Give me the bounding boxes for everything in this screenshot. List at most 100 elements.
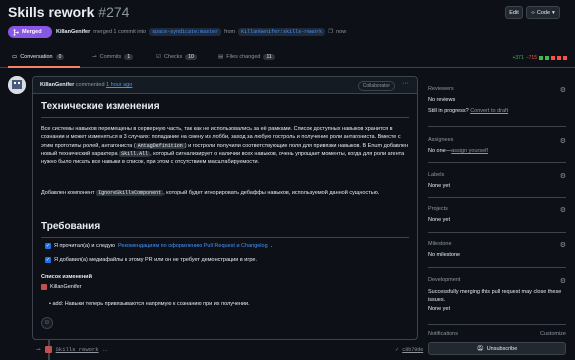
inline-code: IgnoreSkillsComponent xyxy=(96,190,164,196)
pr-title-text: Skills rework xyxy=(8,4,95,20)
tab-label: Checks xyxy=(163,54,183,60)
milestone-value: No milestone xyxy=(428,252,461,258)
assign-yourself-link[interactable]: assign yourself xyxy=(451,148,488,154)
tab-count: 11 xyxy=(263,54,275,60)
from-text: from xyxy=(224,29,236,35)
file-diff-icon: ▤ xyxy=(218,54,224,60)
milestone-title[interactable]: Milestone xyxy=(428,241,566,247)
text: No one— xyxy=(428,148,452,154)
head-branch[interactable]: KillanGenifer:skills-rework xyxy=(238,28,326,36)
inline-code: Skill.All xyxy=(119,150,151,157)
conversation-icon: ▭ xyxy=(12,54,18,60)
commit-dot-icon: ⊸ xyxy=(36,346,41,353)
commit-sha[interactable]: c8b79de xyxy=(402,347,423,353)
gear-icon[interactable]: ⚙ xyxy=(560,277,566,285)
commented-text: commented xyxy=(75,82,105,88)
copy-icon[interactable]: ❐ xyxy=(328,29,333,35)
list-item: • add: Навыки теперь привязываются напря… xyxy=(49,301,250,307)
development-title[interactable]: Development xyxy=(428,277,566,283)
convert-to-draft-link[interactable]: Convert to draft xyxy=(470,108,508,114)
text: Still in progress? xyxy=(428,108,469,114)
bell-slash-icon: 🔕︎ xyxy=(476,345,484,352)
merge-icon xyxy=(13,28,19,36)
inline-code: AntagDefinition xyxy=(135,142,185,149)
divider xyxy=(428,197,566,198)
chevron-down-icon: ▾ xyxy=(552,9,555,16)
reviewers-value: No reviews xyxy=(428,97,456,103)
gear-icon[interactable]: ⚙ xyxy=(560,137,566,145)
diffstat-square xyxy=(563,56,567,60)
assignees-section: Assignees ⚙ No one—assign yourself xyxy=(428,137,566,154)
lines-added: +371 xyxy=(512,55,524,61)
diffstat-square xyxy=(545,56,549,60)
tab-conversation[interactable]: ▭ Conversation 0 xyxy=(12,54,65,60)
requirement-item: ✓ Я добавил(а) медиафайлы к этому PR или… xyxy=(45,257,257,263)
edit-button[interactable]: Edit xyxy=(505,6,523,19)
guidelines-link[interactable]: Рекомендациям по оформлению Pull Request… xyxy=(118,243,268,249)
heading-tech-changes: Технические изменения xyxy=(41,101,160,112)
pr-description-comment: KillanGenifer commented 1 hour ago Colla… xyxy=(32,76,418,340)
author-link[interactable]: KillanGenifer xyxy=(56,29,90,35)
collaborator-badge: Collaborator xyxy=(357,81,395,91)
commit-message-link[interactable]: Skills rework xyxy=(56,346,99,353)
divider xyxy=(428,324,566,325)
assignees-title[interactable]: Assignees xyxy=(428,137,566,143)
commit-icon: ⊸ xyxy=(92,54,97,60)
check-icon: ✓ xyxy=(395,347,400,353)
reviewers-title[interactable]: Reviewers xyxy=(428,86,566,92)
gear-icon[interactable]: ⚙ xyxy=(560,86,566,94)
gear-icon[interactable]: ⚙ xyxy=(560,206,566,214)
commit-sha-row: ✓ c8b79de xyxy=(395,347,423,353)
checkbox-checked[interactable]: ✓ xyxy=(45,257,51,263)
divider xyxy=(428,126,566,127)
avatar[interactable] xyxy=(8,76,26,94)
avatar-image xyxy=(8,76,26,94)
gear-icon[interactable]: ⚙ xyxy=(560,241,566,249)
tab-commits[interactable]: ⊸ Commits 1 xyxy=(92,54,134,60)
requirement-item: ✓ Я прочитал(а) и следую Рекомендациям п… xyxy=(45,243,272,249)
checkbox-checked[interactable]: ✓ xyxy=(45,243,51,249)
comment-time[interactable]: 1 hour ago xyxy=(106,82,132,88)
projects-title[interactable]: Projects xyxy=(428,206,566,212)
unsubscribe-button[interactable]: 🔕︎ Unsubscribe xyxy=(428,342,566,355)
divider xyxy=(428,267,566,268)
customize-link[interactable]: Customize xyxy=(540,331,566,337)
ellipsis-icon[interactable]: … xyxy=(103,347,109,353)
diffstat-square xyxy=(539,56,543,60)
text: add: Навыки теперь привязываются напряму… xyxy=(52,301,250,307)
tab-count: 1 xyxy=(124,54,134,60)
development-none: None yet xyxy=(428,306,451,312)
pr-tabs: ▭ Conversation 0 ⊸ Commits 1 ☑ Checks 10… xyxy=(0,48,575,68)
tab-files-changed[interactable]: ▤ Files changed 11 xyxy=(218,54,275,60)
comment-header: KillanGenifer commented 1 hour ago Colla… xyxy=(33,77,417,94)
milestone-section: Milestone ⚙ No milestone xyxy=(428,241,566,258)
reviewers-section: Reviewers ⚙ No reviews Still in progress… xyxy=(428,86,566,114)
draft-row: Still in progress? Convert to draft xyxy=(428,108,566,114)
kebab-menu-icon[interactable]: ··· xyxy=(402,80,409,87)
lines-removed: −715 xyxy=(525,55,537,61)
paragraph-tech: Все системы навыков перемещены в серверн… xyxy=(41,125,409,166)
code-icon: ‹› xyxy=(531,9,535,16)
merged-text: merged 1 commit into xyxy=(93,29,147,35)
add-reaction-smiley-icon[interactable]: ☺ xyxy=(41,317,53,329)
diffstat-square xyxy=(551,56,555,60)
base-branch[interactable]: space-syndicate:master xyxy=(149,28,222,36)
divider xyxy=(428,162,566,163)
divider xyxy=(428,232,566,233)
gear-icon[interactable]: ⚙ xyxy=(560,172,566,180)
labels-title[interactable]: Labels xyxy=(428,172,566,178)
tab-checks[interactable]: ☑ Checks 10 xyxy=(156,54,197,60)
tab-label: Files changed xyxy=(226,54,261,60)
comment-author[interactable]: KillanGenifer xyxy=(40,82,74,88)
labels-value: None yet xyxy=(428,183,451,189)
merged-time: now xyxy=(336,29,347,35)
text: , который будет игнорировать дебаффы нав… xyxy=(163,190,380,196)
code-label: Code xyxy=(536,9,551,16)
timeline-commit: ⊸ Skills rework … xyxy=(36,346,108,353)
code-button[interactable]: ‹› Code ▾ xyxy=(526,6,560,19)
text: KillanGenifer xyxy=(50,284,82,290)
tab-count: 10 xyxy=(185,54,197,60)
labels-section: Labels ⚙ None yet xyxy=(428,172,566,189)
assignees-value: No one—assign yourself xyxy=(428,148,566,154)
checks-icon: ☑ xyxy=(156,54,161,60)
